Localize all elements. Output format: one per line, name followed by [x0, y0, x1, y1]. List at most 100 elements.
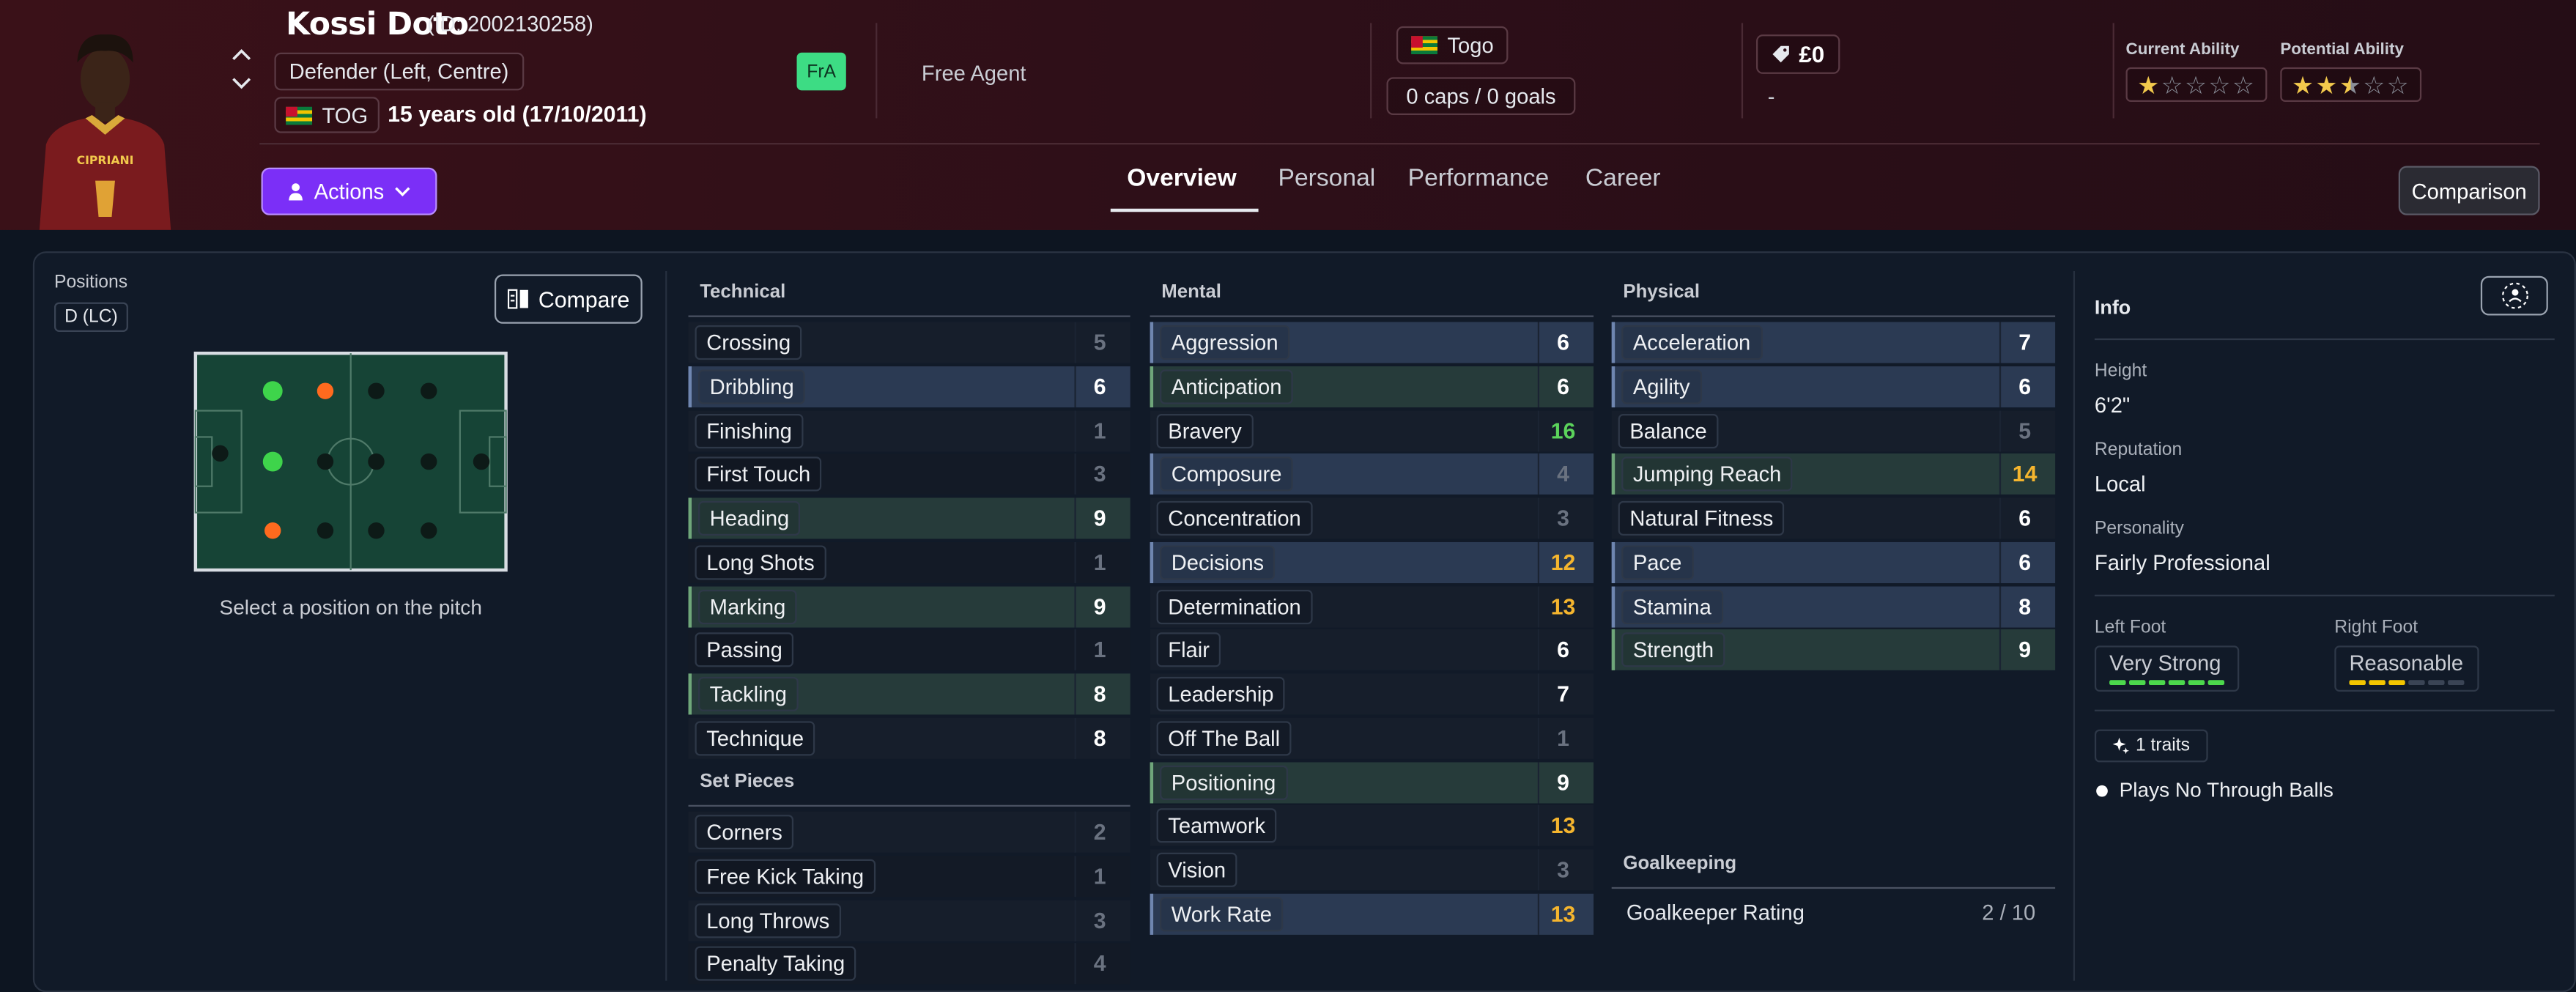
- column-divider: [2073, 270, 2076, 981]
- attribute-name: Corners: [695, 815, 794, 850]
- attribute-row[interactable]: Strength 9: [1611, 629, 2056, 671]
- pitch-spot-wbl[interactable]: [317, 382, 334, 399]
- pitch-spot-wbr[interactable]: [317, 522, 334, 539]
- attribute-row[interactable]: Acceleration 7: [1611, 322, 2056, 363]
- mental-heading: Mental: [1161, 282, 1221, 303]
- pitch-spot-mr[interactable]: [368, 522, 385, 539]
- attribute-row[interactable]: Balance 5: [1611, 410, 2056, 451]
- attribute-name: Pace: [1621, 544, 1694, 580]
- pitch-spot-dl[interactable]: [262, 381, 283, 401]
- attribute-row[interactable]: Long Shots 1: [688, 541, 1130, 583]
- attribute-row[interactable]: Decisions 12: [1150, 541, 1594, 583]
- pitch-spot-ml[interactable]: [368, 382, 385, 399]
- active-tab-indicator: [1110, 208, 1259, 212]
- left-foot-rating: Very Strong: [2094, 645, 2240, 692]
- attribute-row[interactable]: Vision 3: [1150, 849, 1594, 891]
- foot-level-bar: [2349, 680, 2366, 686]
- attribute-name: First Touch: [695, 456, 822, 492]
- pitch-spot-gk[interactable]: [212, 445, 229, 462]
- pitch-spot-st[interactable]: [473, 453, 490, 470]
- header-divider: [1370, 23, 1372, 119]
- attribute-row[interactable]: First Touch 3: [688, 454, 1130, 495]
- attribute-row[interactable]: Corners 2: [688, 811, 1130, 853]
- attribute-row[interactable]: Composure 4: [1150, 454, 1594, 495]
- attribute-value: 6: [1074, 366, 1123, 407]
- attribute-row[interactable]: Passing 1: [688, 629, 1130, 671]
- position-pitch[interactable]: [193, 351, 508, 572]
- attribute-row[interactable]: Positioning 9: [1150, 761, 1594, 803]
- tab-performance[interactable]: Performance: [1408, 164, 1550, 192]
- comparison-button[interactable]: Comparison: [2398, 166, 2540, 215]
- pitch-spot-dm[interactable]: [317, 453, 334, 470]
- attribute-row[interactable]: Technique 8: [688, 717, 1130, 759]
- attribute-row[interactable]: Aggression 6: [1150, 322, 1594, 363]
- attribute-name: Finishing: [695, 412, 804, 448]
- attribute-row[interactable]: Flair 6: [1150, 629, 1594, 671]
- svg-text:CIPRIANI: CIPRIANI: [77, 153, 134, 167]
- attribute-value: 6: [1537, 322, 1587, 363]
- attribute-row[interactable]: Stamina 8: [1611, 585, 2056, 627]
- nation-button[interactable]: Togo: [1396, 26, 1509, 64]
- goalkeeper-rating-value: 2 / 10: [1982, 900, 2036, 925]
- tab-career[interactable]: Career: [1585, 164, 1661, 192]
- pitch-spot-amr[interactable]: [421, 522, 437, 539]
- attribute-row[interactable]: Dribbling 6: [688, 366, 1130, 407]
- attribute-value: 2: [1074, 811, 1123, 853]
- trait-item[interactable]: Plays No Through Balls: [2096, 779, 2333, 802]
- pitch-spot-dc[interactable]: [262, 451, 283, 472]
- next-player-chevron-down-icon[interactable]: [229, 73, 255, 95]
- attribute-value: 13: [1537, 805, 1587, 847]
- attribute-row[interactable]: Marking 9: [688, 585, 1130, 627]
- attribute-value: 5: [1999, 410, 2048, 451]
- pitch-spot-aml[interactable]: [421, 382, 437, 399]
- star-half-icon: ★: [2339, 70, 2363, 100]
- compare-button[interactable]: Compare: [494, 274, 643, 324]
- attribute-row[interactable]: Concentration 3: [1150, 497, 1594, 539]
- attribute-row[interactable]: Determination 13: [1150, 585, 1594, 627]
- attribute-value: 6: [1537, 629, 1587, 671]
- pitch-spot-amc[interactable]: [421, 453, 437, 470]
- attribute-name: Stamina: [1621, 588, 1723, 623]
- star-empty-icon: ☆☆: [2363, 71, 2411, 100]
- previous-player-chevron-up-icon[interactable]: [229, 42, 255, 65]
- bullet-icon: [2096, 784, 2108, 796]
- nationality-badge[interactable]: TOG: [274, 97, 380, 133]
- pitch-hint: Select a position on the pitch: [219, 596, 482, 620]
- tab-overview[interactable]: Overview: [1127, 164, 1237, 192]
- attribute-name: Strength: [1621, 632, 1725, 667]
- actions-button[interactable]: Actions: [261, 167, 437, 215]
- attribute-row[interactable]: Leadership 7: [1150, 673, 1594, 715]
- attribute-value: 6: [1537, 366, 1587, 407]
- attribute-row[interactable]: Jumping Reach 14: [1611, 454, 2056, 495]
- attribute-row[interactable]: Penalty Taking 4: [688, 943, 1130, 985]
- attribute-row[interactable]: Pace 6: [1611, 541, 2056, 583]
- value-subtext: -: [1767, 84, 1775, 108]
- player-roles-button[interactable]: [2480, 275, 2548, 316]
- attribute-row[interactable]: Work Rate 13: [1150, 893, 1594, 935]
- attribute-row[interactable]: Off The Ball 1: [1150, 717, 1594, 759]
- attribute-row[interactable]: Agility 6: [1611, 366, 2056, 407]
- pitch-spot-dr[interactable]: [264, 522, 281, 539]
- attribute-row[interactable]: Anticipation 6: [1150, 366, 1594, 407]
- column-divider: [665, 270, 667, 981]
- pitch-spot-mc[interactable]: [368, 453, 385, 470]
- club-badge[interactable]: FrA: [796, 52, 846, 91]
- attribute-row[interactable]: Bravery 16: [1150, 410, 1594, 451]
- attribute-row[interactable]: Natural Fitness 6: [1611, 497, 2056, 539]
- foot-level-bar: [2148, 680, 2166, 686]
- attribute-row[interactable]: Free Kick Taking 1: [688, 855, 1130, 897]
- attribute-row[interactable]: Long Throws 3: [688, 899, 1130, 941]
- player-header: CIPRIANI Kossi Doto (ID: 2002130258) Def…: [0, 0, 2576, 230]
- price-tag-icon: [1772, 45, 1789, 63]
- attribute-name: Agility: [1621, 369, 1702, 404]
- traits-button[interactable]: 1 traits: [2094, 729, 2208, 763]
- foot-level-bar: [2428, 680, 2445, 686]
- attribute-row[interactable]: Finishing 1: [688, 410, 1130, 451]
- attribute-row[interactable]: Tackling 8: [688, 673, 1130, 715]
- attribute-row[interactable]: Teamwork 13: [1150, 805, 1594, 847]
- attribute-row[interactable]: Heading 9: [688, 497, 1130, 539]
- technical-heading: Technical: [700, 282, 786, 303]
- attribute-name: Teamwork: [1156, 808, 1277, 843]
- attribute-row[interactable]: Crossing 5: [688, 322, 1130, 363]
- tab-personal[interactable]: Personal: [1278, 164, 1376, 192]
